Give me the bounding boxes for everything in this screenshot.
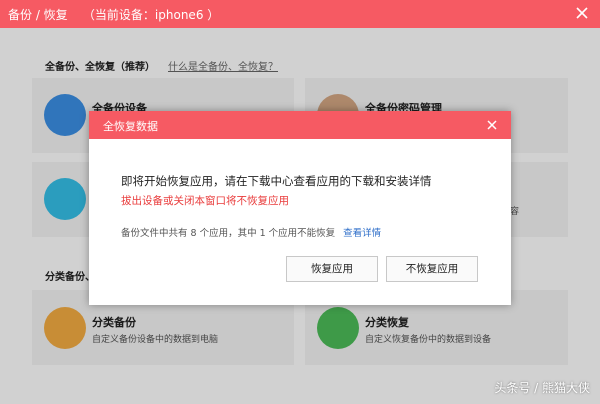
close-icon[interactable] [485,118,499,132]
skip-restore-button[interactable]: 不恢复应用 [386,256,478,282]
dialog-info: 备份文件中共有 8 个应用，其中 1 个应用不能恢复 查看详情 [121,225,381,239]
restore-apps-button[interactable]: 恢复应用 [286,256,378,282]
window-title: 备份 / 恢复 （当前设备：iphone6 ） [8,8,220,22]
watermark: 头条号 / 熊猫大侠 [494,381,590,395]
dialog-header: 全恢复数据 [89,111,511,139]
restore-dialog: 全恢复数据 即将开始恢复应用，请在下载中心查看应用的下载和安装详情 拔出设备或关… [89,111,511,305]
window-titlebar: 备份 / 恢复 （当前设备：iphone6 ） [0,0,600,28]
dialog-warning: 拔出设备或关闭本窗口将不恢复应用 [121,195,289,207]
dialog-title: 全恢复数据 [103,120,158,133]
app-count-text: 备份文件中共有 8 个应用，其中 1 个应用不能恢复 [121,228,336,239]
view-details-link[interactable]: 查看详情 [343,228,381,239]
close-icon[interactable] [574,5,590,21]
dialog-message: 即将开始恢复应用，请在下载中心查看应用的下载和安装详情 [121,174,432,188]
